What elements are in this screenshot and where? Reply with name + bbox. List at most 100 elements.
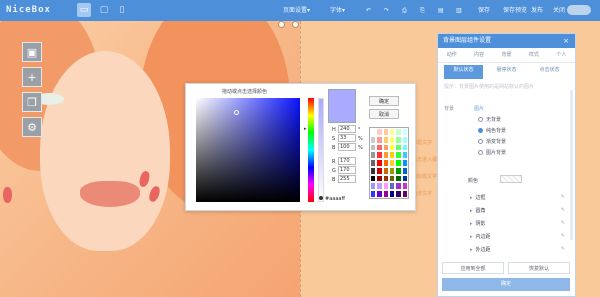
palette-swatch[interactable] <box>401 135 408 144</box>
panel-tab[interactable]: 个人 <box>548 48 575 62</box>
panel-tab[interactable]: 内容 <box>465 48 492 62</box>
radio-circle[interactable] <box>478 150 483 155</box>
toolbar-item[interactable]: 页面设置▾ <box>283 5 310 16</box>
field-input[interactable]: 100 <box>338 143 356 151</box>
palette-swatch[interactable] <box>401 190 408 198</box>
apply-all-button[interactable]: 应用到全部 <box>442 262 504 274</box>
edit-icon[interactable]: ✎ <box>561 233 565 239</box>
color-swatch[interactable] <box>500 175 522 183</box>
toolbar-item[interactable]: ▥ <box>456 5 462 16</box>
radio-circle[interactable] <box>478 139 483 144</box>
field-input[interactable]: 170 <box>338 166 356 174</box>
accordion-label: 阴影 <box>475 221 486 227</box>
background-radio[interactable]: 渐变背景 <box>478 138 506 145</box>
color-field[interactable]: G 170 <box>332 166 362 174</box>
face-shape <box>34 51 170 251</box>
palette-swatch[interactable] <box>401 166 408 175</box>
hue-arrow-icon[interactable]: ▸ <box>304 126 307 132</box>
toolbar-item[interactable]: 保存 <box>478 5 490 16</box>
plus-icon[interactable]: + <box>22 67 42 87</box>
panel-tab[interactable]: 动作 <box>438 48 465 62</box>
close-icon[interactable]: × <box>563 34 569 48</box>
color-field[interactable]: S 33% <box>332 134 363 142</box>
accordion-label: 边框 <box>475 195 486 201</box>
panel-note: 提示：背景图片使用的是网站默认的图片 <box>444 84 535 90</box>
image-icon[interactable]: ▣ <box>22 42 42 62</box>
field-unit: % <box>358 135 363 142</box>
picker-hint: 拖动或点击选择颜色 <box>222 89 268 95</box>
palette-swatch[interactable] <box>401 128 408 136</box>
edit-icon[interactable]: ✎ <box>561 194 565 200</box>
hex-field[interactable]: #aaaaff <box>319 196 345 202</box>
toolbar-item[interactable]: 关闭 <box>553 5 565 16</box>
field-input[interactable]: 170 <box>338 157 356 165</box>
color-cursor[interactable] <box>234 110 239 115</box>
state-tab[interactable]: 点击状态 <box>530 65 569 79</box>
accordion-item[interactable]: ▸ 外边距 ✎ <box>470 246 565 253</box>
gear-icon[interactable]: ⚙ <box>22 117 42 137</box>
color-field[interactable]: H 240 ° <box>332 125 362 133</box>
toolbar-item[interactable]: 字体▾ <box>330 5 345 16</box>
palette-swatch[interactable] <box>401 174 408 183</box>
accordion-item[interactable]: ▸ 阴影 ✎ <box>470 220 565 227</box>
radio-circle[interactable] <box>478 128 483 133</box>
state-tab[interactable]: 默认状态 <box>444 65 483 79</box>
palette-swatch[interactable] <box>401 143 408 152</box>
tablet-icon[interactable]: ▢ <box>97 3 111 17</box>
user-avatar[interactable] <box>567 5 591 15</box>
copy-icon[interactable]: ❐ <box>22 92 42 112</box>
radio-circle[interactable] <box>478 117 483 122</box>
accordion-item[interactable]: ▸ 内边距 ✎ <box>470 233 565 240</box>
palette-swatch[interactable] <box>401 159 408 167</box>
color-field[interactable]: B 255 <box>332 175 362 183</box>
resize-handle[interactable] <box>278 21 285 28</box>
color-field[interactable]: B 100% <box>332 143 363 151</box>
cancel-button[interactable]: 取消 <box>369 109 399 119</box>
desktop-icon[interactable]: ▭ <box>77 3 91 17</box>
panel-tab[interactable]: 样式 <box>520 48 547 62</box>
toolbar-item[interactable]: ▤ <box>438 5 444 16</box>
field-input[interactable]: 33 <box>338 134 356 142</box>
chevron-right-icon: ▸ <box>470 247 473 253</box>
palette-swatch[interactable] <box>401 182 408 191</box>
color-field[interactable]: R 170 <box>332 157 362 165</box>
alpha-slider[interactable] <box>318 98 324 202</box>
phone-icon[interactable]: ▯ <box>115 3 129 17</box>
chevron-right-icon: ▸ <box>470 234 473 240</box>
palette-swatch[interactable] <box>401 151 408 160</box>
edit-icon[interactable]: ✎ <box>561 207 565 213</box>
saturation-brightness-area[interactable] <box>196 98 300 202</box>
toolbar-item[interactable]: ↶ <box>366 5 371 16</box>
toolbar-item[interactable]: ⎙ <box>402 5 407 16</box>
hex-value[interactable]: #aaaaff <box>325 196 345 202</box>
settings-panel: 背景图层组件设置 × 动作 内容 背景 样式 个人 默认状态 悬停状态 点击状态 提示：背景… <box>437 33 576 297</box>
background-radio[interactable]: 图片背景 <box>478 149 506 156</box>
background-radio[interactable]: 纯色背景 <box>478 127 506 134</box>
toolbar-item[interactable]: ↷ <box>384 5 389 16</box>
resize-handle[interactable] <box>292 21 299 28</box>
chevron-right-icon: ▸ <box>470 195 473 201</box>
state-tab[interactable]: 悬停状态 <box>487 65 526 79</box>
accordion-item[interactable]: ▸ 边框 ✎ <box>470 194 565 201</box>
accordion-label: 圆角 <box>475 208 486 214</box>
reset-button[interactable]: 恢复默认 <box>508 262 570 274</box>
panel-scrollbar[interactable] <box>570 90 573 240</box>
left-toolbar: ▣ + ❐ ⚙ <box>22 42 42 142</box>
toolbar-item[interactable]: 保存预览 <box>503 5 527 16</box>
field-input[interactable]: 255 <box>338 175 356 183</box>
edit-icon[interactable]: ✎ <box>561 220 565 226</box>
field-unit: % <box>358 144 363 151</box>
accordion-item[interactable]: ▸ 圆角 ✎ <box>470 207 565 214</box>
background-type[interactable]: 图片 <box>474 105 484 112</box>
save-button[interactable]: 确定 <box>442 278 570 291</box>
toolbar-item[interactable]: ⎘ <box>420 5 425 16</box>
lips-shape <box>80 181 140 207</box>
field-input[interactable]: 240 <box>338 125 356 133</box>
edit-icon[interactable]: ✎ <box>561 246 565 252</box>
confirm-button[interactable]: 确定 <box>369 96 399 106</box>
hue-slider[interactable] <box>308 98 314 202</box>
app-logo: NiceBox <box>6 5 51 15</box>
panel-tab[interactable]: 背景 <box>493 48 520 62</box>
background-radio[interactable]: 无背景 <box>478 116 501 123</box>
toolbar-item[interactable]: 发布 <box>531 5 543 16</box>
